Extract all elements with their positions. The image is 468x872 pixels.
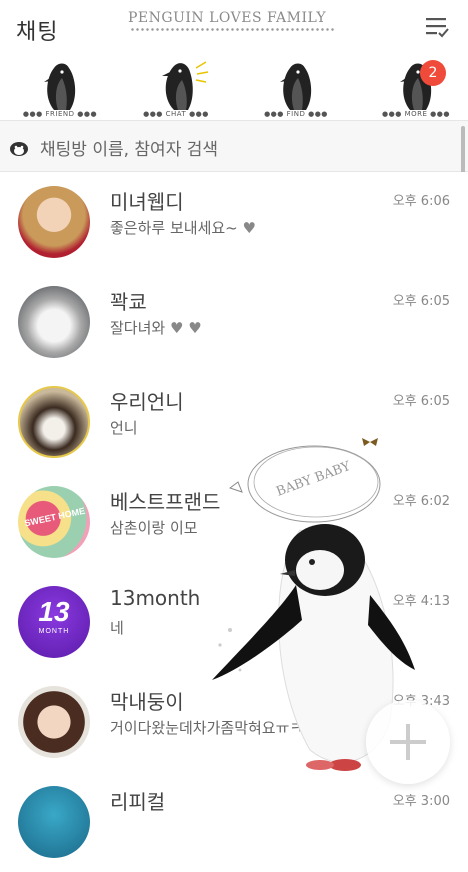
- chat-message: 언니: [110, 419, 138, 437]
- chat-message: 삼촌이랑 이모: [110, 519, 198, 537]
- tab-label: ●●● MORE ●●●: [382, 110, 450, 118]
- chat-time: 오후 6:06: [392, 194, 450, 209]
- avatar-caption: SWEET HOME: [23, 505, 86, 529]
- chat-row[interactable]: 미녀웹디 좋은하루 보내세요~ ♥ 오후 6:06: [0, 172, 460, 272]
- dog-bunny-ears-avatar: [18, 386, 90, 458]
- penguin-icon: [280, 63, 312, 110]
- plus-icon: [390, 724, 426, 760]
- list-check-icon: [426, 18, 449, 38]
- tab-bar: ●●● FRIEND ●●● ●●● CHAT ●●● ●●● FIND ●●●: [0, 56, 468, 120]
- penguin-icon: [162, 61, 209, 110]
- penguin-icon: [44, 63, 76, 110]
- penguin-search-icon: [10, 142, 28, 156]
- chat-name: 우리언니: [110, 390, 184, 414]
- chat-name: 꽉쿄: [110, 290, 147, 314]
- new-chat-button[interactable]: [366, 700, 450, 784]
- avatar-number: 13: [38, 596, 70, 627]
- search-placeholder: 채팅방 이름, 참여자 검색: [40, 140, 219, 160]
- tab-more[interactable]: ●●● MORE ●●●: [366, 56, 466, 120]
- tab-friend[interactable]: ●●● FRIEND ●●●: [10, 56, 110, 120]
- 13month-logo-avatar: 13 MONTH: [18, 586, 90, 658]
- edit-list-button[interactable]: [424, 14, 450, 40]
- tab-chat[interactable]: ●●● CHAT ●●●: [126, 56, 226, 120]
- chat-row[interactable]: 리피컬 오후 3:00: [0, 772, 460, 872]
- chat-name: 13month: [110, 586, 201, 610]
- avatar-caption: MONTH: [38, 628, 70, 635]
- sweet-home-candy-avatar: SWEET HOME: [18, 486, 90, 558]
- woman-portrait-avatar: [18, 686, 90, 758]
- tab-label: ●●● FRIEND ●●●: [22, 110, 98, 118]
- chat-search-bar[interactable]: 채팅방 이름, 참여자 검색: [0, 120, 468, 172]
- chat-message: 잘다녀와 ♥ ♥: [110, 319, 202, 337]
- woman-blonde-avatar: [18, 186, 90, 258]
- chat-message: 좋은하루 보내세요~ ♥: [110, 219, 256, 237]
- theme-banner: PENGUIN LOVES FAMILY: [128, 10, 327, 26]
- app-header: 채팅 PENGUIN LOVES FAMILY: [0, 0, 468, 56]
- notification-badge: 2: [420, 60, 446, 86]
- partial-avatar: [18, 786, 90, 858]
- tab-find[interactable]: ●●● FIND ●●●: [246, 56, 346, 120]
- chat-row[interactable]: 꽉쿄 잘다녀와 ♥ ♥ 오후 6:05: [0, 272, 460, 372]
- chat-name: 막내둥이: [110, 690, 184, 714]
- chat-name: 리피컬: [110, 790, 166, 814]
- chat-message: 네: [110, 619, 124, 637]
- tab-label: ●●● FIND ●●●: [264, 110, 328, 118]
- kitten-avatar: [18, 286, 90, 358]
- page-title: 채팅: [16, 20, 59, 45]
- tab-label: ●●● CHAT ●●●: [143, 110, 209, 118]
- chat-name: 미녀웹디: [110, 190, 184, 214]
- banner-underline: [130, 28, 335, 31]
- heart-icon: ♥: [242, 219, 256, 237]
- chat-time: 오후 6:05: [392, 394, 450, 409]
- chat-time: 오후 6:05: [392, 294, 450, 309]
- heart-icon: ♥ ♥: [169, 319, 202, 337]
